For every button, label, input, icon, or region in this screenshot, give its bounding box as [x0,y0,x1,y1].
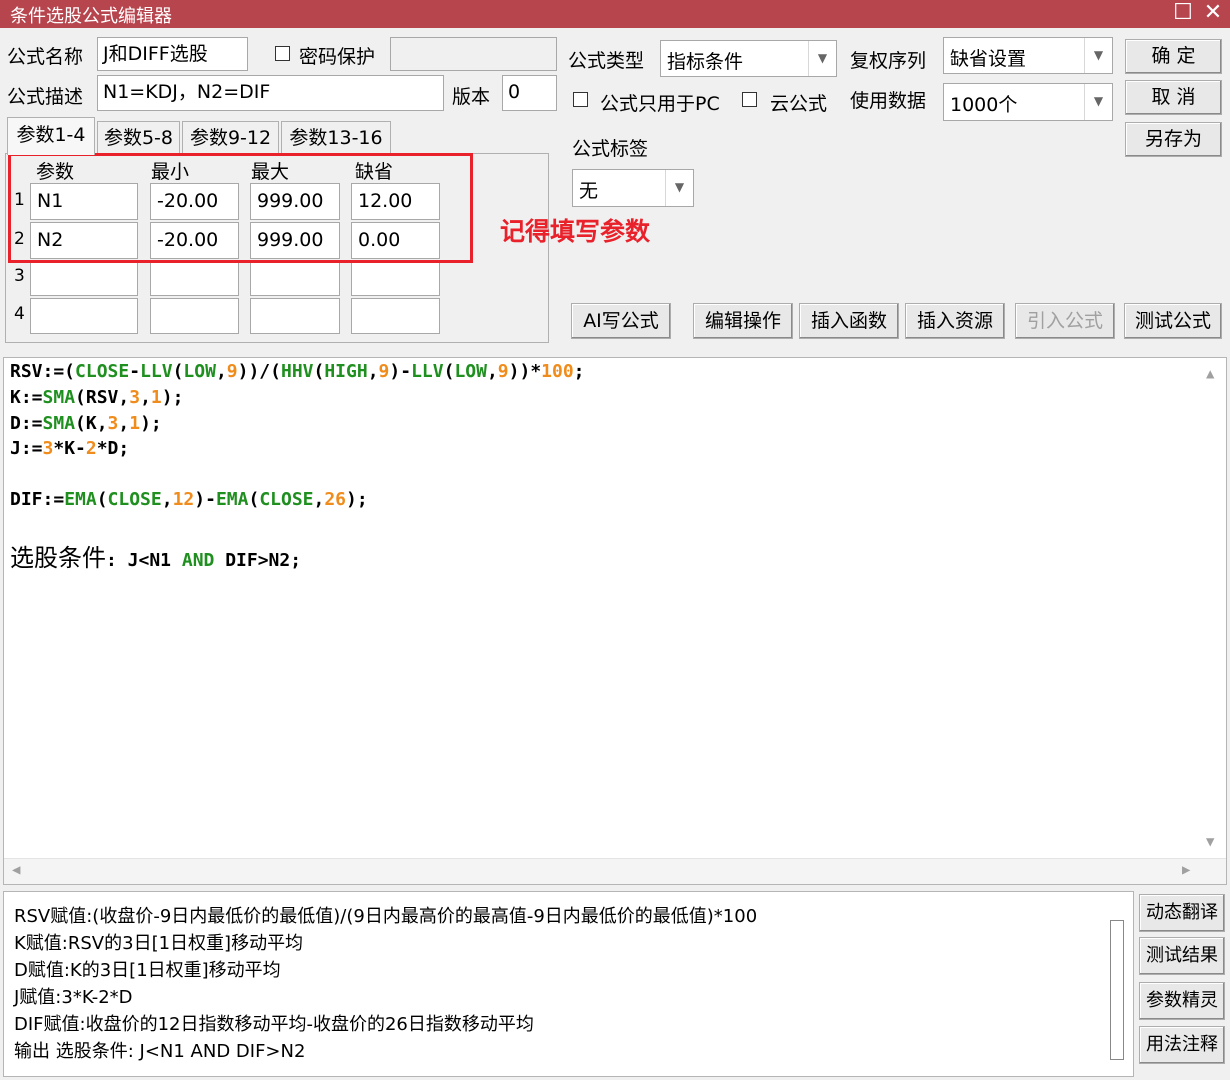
formula-desc-input[interactable]: N1=KDJ，N2=DIF [97,75,444,111]
usage-notes-button[interactable]: 用法注释 [1139,1026,1225,1064]
translation-line: J赋值:3*K-2*D [14,987,133,1008]
formula-type-label: 公式类型 [568,50,645,72]
code-editor[interactable]: RSV:=(CLOSE-LLV(LOW,9))/(HHV(HIGH,9)-LLV… [3,357,1227,885]
use-data-value: 1000个 [950,94,1018,116]
param-row-index: 4 [14,304,25,324]
highlight-box [8,153,473,263]
scroll-up-icon[interactable]: ▲ [1206,366,1214,382]
title-bar: 条件选股公式编辑器 ☐ ✕ [0,0,1230,28]
password-checkbox[interactable] [275,46,290,61]
formula-type-select[interactable]: 指标条件 ▼ [660,40,837,77]
horizontal-scrollbar[interactable]: ◀ ▶ [4,858,1226,884]
code-line: 选股条件: J<N1 AND DIF>N2; [10,544,302,572]
chevron-down-icon[interactable]: ▼ [665,170,693,206]
scroll-left-icon[interactable]: ◀ [12,862,20,878]
param-wizard-button[interactable]: 参数精灵 [1139,982,1225,1020]
formula-tag-value: 无 [579,180,599,202]
param-name-field[interactable] [30,298,138,334]
code-line: J:=3*K-2*D; [10,438,130,459]
cloud-checkbox[interactable] [742,92,757,107]
version-label: 版本 [452,86,491,108]
param-default-field[interactable] [351,298,440,334]
window-title: 条件选股公式编辑器 [10,6,172,27]
chevron-down-icon[interactable]: ▼ [1084,38,1112,73]
param-name-field[interactable] [30,260,138,296]
ai-write-button[interactable]: AI写公式 [571,303,671,339]
tab-params-5-8[interactable]: 参数5-8 [97,121,180,154]
test-formula-button[interactable]: 测试公式 [1124,303,1222,339]
insert-function-button[interactable]: 插入函数 [799,303,899,339]
tab-params-1-4[interactable]: 参数1-4 [7,117,95,155]
translation-line: 输出 选股条件: J<N1 AND DIF>N2 [14,1041,306,1062]
use-data-select[interactable]: 1000个 ▼ [943,83,1113,121]
translation-line: D赋值:K的3日[1日权重]移动平均 [14,960,281,981]
param-min-field[interactable] [150,298,239,334]
formula-name-input[interactable]: J和DIFF选股 [97,37,248,71]
maximize-icon[interactable]: ☐ [1168,0,1198,28]
param-max-field[interactable] [250,260,340,296]
version-input[interactable]: 0 [502,75,557,111]
translation-line: DIF赋值:收盘价的12日指数移动平均-收盘价的26日指数移动平均 [14,1014,534,1035]
cancel-button[interactable]: 取 消 [1125,80,1222,115]
password-input[interactable] [390,37,557,71]
translation-line: K赋值:RSV的3日[1日权重]移动平均 [14,933,304,954]
annotation-note: 记得填写参数 [500,217,651,246]
edit-ops-button[interactable]: 编辑操作 [693,303,793,339]
cloud-label: 云公式 [770,93,828,115]
formula-tag-label: 公式标签 [572,138,649,160]
formula-tag-select[interactable]: 无 ▼ [572,169,694,207]
param-default-field[interactable] [351,260,440,296]
use-data-label: 使用数据 [850,90,927,112]
close-icon[interactable]: ✕ [1198,0,1228,28]
save-as-button[interactable]: 另存为 [1125,122,1222,157]
formula-type-value: 指标条件 [667,51,744,73]
translation-line: RSV赋值:(收盘价-9日内最低价的最低值)/(9日内最高价的最高值-9日内最低… [14,906,758,927]
fq-label: 复权序列 [850,50,927,72]
pc-only-checkbox[interactable] [573,92,588,107]
fq-value: 缺省设置 [950,48,1027,70]
param-row-index: 3 [14,266,25,286]
param-max-field[interactable] [250,298,340,334]
code-line: DIF:=EMA(CLOSE,12)-EMA(CLOSE,26); [10,489,368,510]
ok-button[interactable]: 确 定 [1125,39,1222,74]
fq-select[interactable]: 缺省设置 ▼ [943,37,1113,74]
import-formula-button[interactable]: 引入公式 [1015,303,1115,339]
scroll-right-icon[interactable]: ▶ [1182,862,1190,878]
tab-params-13-16[interactable]: 参数13-16 [281,121,391,154]
password-label: 密码保护 [299,46,376,68]
pc-only-label: 公式只用于PC [600,93,720,115]
insert-resource-button[interactable]: 插入资源 [905,303,1005,339]
dynamic-translate-button[interactable]: 动态翻译 [1139,894,1225,932]
translation-panel: RSV赋值:(收盘价-9日内最低价的最低值)/(9日内最高价的最高值-9日内最低… [3,891,1134,1077]
test-results-button[interactable]: 测试结果 [1139,937,1225,975]
tab-params-9-12[interactable]: 参数9-12 [182,121,279,154]
code-line: RSV:=(CLOSE-LLV(LOW,9))/(HHV(HIGH,9)-LLV… [10,361,585,382]
formula-desc-label: 公式描述 [7,86,84,108]
vertical-scrollbar[interactable] [1110,920,1124,1060]
scroll-down-icon[interactable]: ▼ [1206,834,1214,850]
code-line: D:=SMA(K,3,1); [10,413,162,434]
chevron-down-icon[interactable]: ▼ [808,41,836,76]
param-min-field[interactable] [150,260,239,296]
code-line: K:=SMA(RSV,3,1); [10,387,184,408]
chevron-down-icon[interactable]: ▼ [1084,84,1112,120]
formula-name-label: 公式名称 [7,46,84,68]
